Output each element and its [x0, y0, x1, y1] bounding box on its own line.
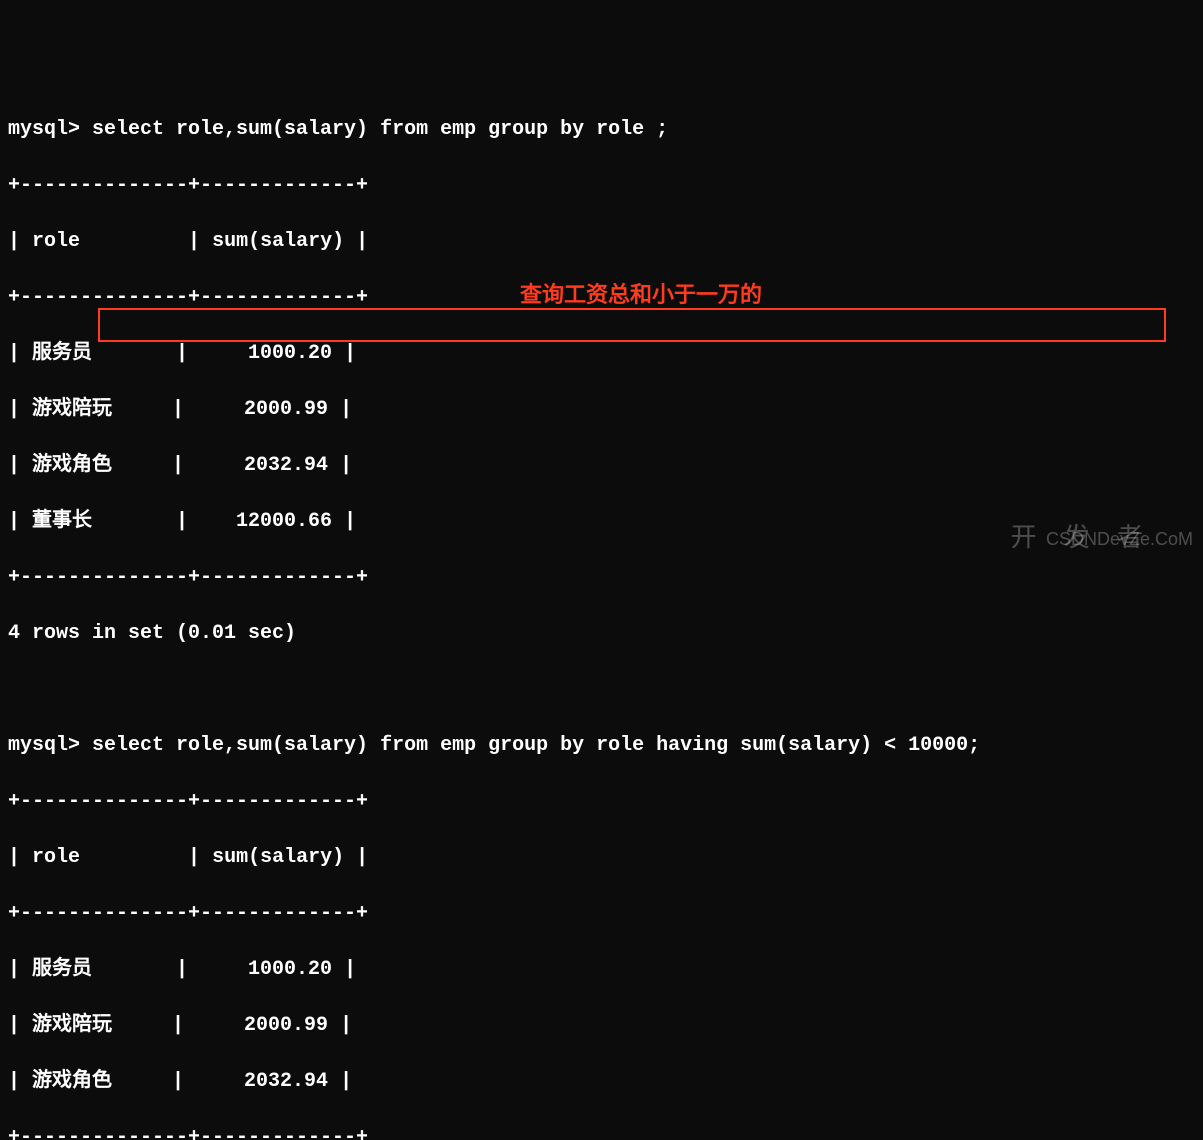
row-sum: 12000.66	[236, 510, 332, 533]
table2-border-mid: +--------------+-------------+	[8, 900, 1195, 928]
row-role: 游戏陪玩	[32, 1014, 112, 1037]
table-row: | 游戏陪玩 | 2000.99 |	[8, 1012, 1195, 1040]
query1-line: mysql> select role,sum(salary) from emp …	[8, 116, 1195, 144]
watermark-en: CSDNDevZe.CoM	[1046, 527, 1193, 552]
blank-line	[8, 676, 1195, 704]
table-row: | 游戏角色 | 2032.94 |	[8, 1068, 1195, 1096]
table2-border-top: +--------------+-------------+	[8, 788, 1195, 816]
mysql-prompt: mysql>	[8, 118, 92, 141]
row-sum: 1000.20	[248, 958, 332, 981]
row-role: 董事长	[32, 510, 92, 533]
row-role: 服务员	[32, 958, 92, 981]
query2-sql: select role,sum(salary) from emp group b…	[92, 734, 980, 757]
row-sum: 2000.99	[244, 1014, 328, 1037]
table-row: | 服务员 | 1000.20 |	[8, 956, 1195, 984]
row-sum: 2000.99	[244, 398, 328, 421]
table2-header-role: role	[32, 846, 80, 869]
table-row: | 游戏角色 | 2032.94 |	[8, 452, 1195, 480]
row-role: 游戏陪玩	[32, 398, 112, 421]
query1-footer: 4 rows in set (0.01 sec)	[8, 620, 1195, 648]
row-sum: 2032.94	[244, 1070, 328, 1093]
row-sum: 1000.20	[248, 342, 332, 365]
mysql-prompt: mysql>	[8, 734, 92, 757]
table-row: | 服务员 | 1000.20 |	[8, 340, 1195, 368]
table1-header-role: role	[32, 230, 80, 253]
table1-border-top: +--------------+-------------+	[8, 172, 1195, 200]
table1-header: | role | sum(salary) |	[8, 228, 1195, 256]
table2-header: | role | sum(salary) |	[8, 844, 1195, 872]
annotation-text: 查询工资总和小于一万的	[520, 280, 762, 311]
table1-border-bottom: +--------------+-------------+	[8, 564, 1195, 592]
query1-sql: select role,sum(salary) from emp group b…	[92, 118, 668, 141]
row-role: 游戏角色	[32, 1070, 112, 1093]
row-role: 服务员	[32, 342, 92, 365]
row-sum: 2032.94	[244, 454, 328, 477]
table1-header-sum: sum(salary)	[212, 230, 344, 253]
query2-line: mysql> select role,sum(salary) from emp …	[8, 732, 1195, 760]
table-row: | 游戏陪玩 | 2000.99 |	[8, 396, 1195, 424]
row-role: 游戏角色	[32, 454, 112, 477]
highlight-box	[98, 308, 1166, 342]
table2-border-bottom: +--------------+-------------+	[8, 1124, 1195, 1140]
table2-header-sum: sum(salary)	[212, 846, 344, 869]
